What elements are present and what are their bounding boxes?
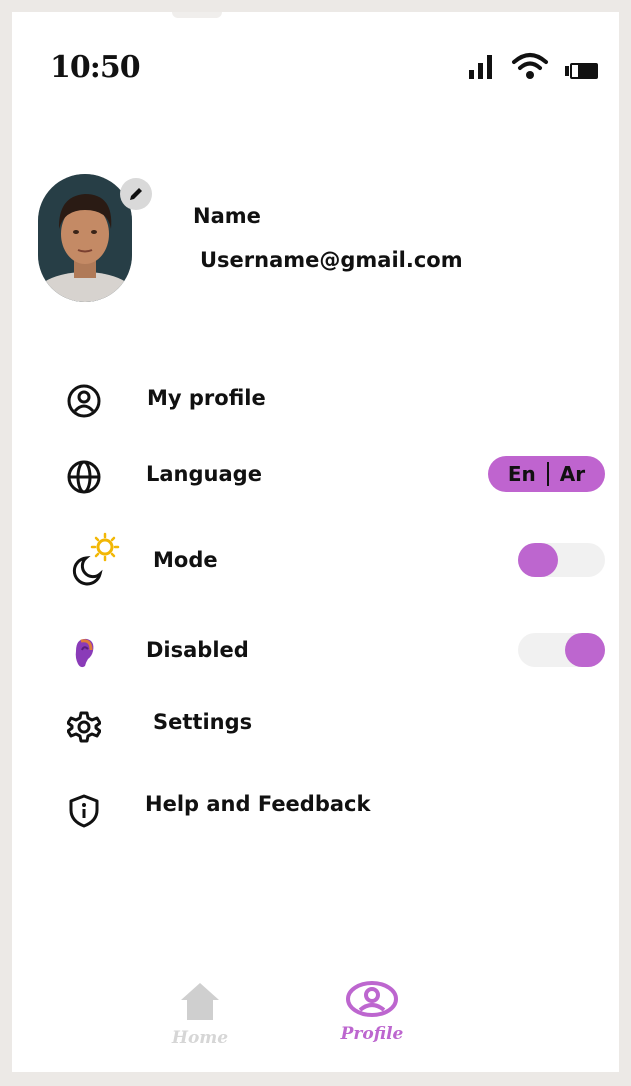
- disabled-label: Disabled: [146, 638, 249, 662]
- globe-icon: [67, 460, 101, 494]
- language-label: Language: [146, 462, 262, 486]
- home-icon: [181, 983, 219, 1020]
- avatar[interactable]: [38, 174, 132, 302]
- disabled-toggle[interactable]: [518, 633, 605, 667]
- ear-icon: [67, 636, 101, 670]
- language-switch[interactable]: En Ar: [488, 456, 605, 492]
- menu-item-settings[interactable]: Settings: [12, 702, 619, 758]
- shield-info-icon: [67, 794, 101, 828]
- gear-icon: [67, 710, 101, 744]
- user-circle-icon: [67, 384, 101, 418]
- settings-label: Settings: [153, 710, 253, 734]
- lang-en-option[interactable]: En: [508, 462, 536, 486]
- wifi-icon: [512, 53, 548, 79]
- menu-item-help[interactable]: Help and Feedback: [12, 776, 619, 832]
- profile-name: Name: [193, 204, 261, 228]
- nav-profile[interactable]: Profile: [312, 980, 432, 1044]
- avatar-photo: [38, 174, 132, 302]
- lang-divider: [546, 462, 549, 486]
- mode-toggle-knob: [518, 543, 558, 577]
- status-icons: [467, 52, 599, 80]
- signal-icon: [469, 55, 492, 79]
- nav-profile-label: Profile: [340, 1024, 404, 1044]
- disabled-toggle-knob: [565, 633, 605, 667]
- nav-home[interactable]: Home: [140, 980, 260, 1048]
- edit-avatar-button[interactable]: [120, 178, 152, 210]
- menu-item-disabled[interactable]: Disabled: [12, 624, 619, 680]
- profile-icon: [346, 981, 398, 1017]
- menu-item-language[interactable]: Language En Ar: [12, 448, 619, 504]
- profile-email: Username@gmail.com: [200, 248, 463, 272]
- pencil-icon: [130, 188, 142, 200]
- battery-icon: [565, 63, 598, 79]
- phone-screen: 10:50 Name Username@gmail.com My profile…: [12, 12, 619, 1072]
- status-time: 10:50: [50, 50, 141, 85]
- help-label: Help and Feedback: [145, 792, 371, 816]
- moon-sun-icon: [62, 532, 132, 588]
- lang-ar-option[interactable]: Ar: [560, 462, 585, 486]
- nav-home-label: Home: [171, 1028, 229, 1048]
- top-notch: [172, 12, 222, 18]
- my-profile-label: My profile: [147, 386, 266, 410]
- mode-toggle[interactable]: [518, 543, 605, 577]
- menu-item-mode[interactable]: Mode: [12, 532, 619, 590]
- menu-item-my-profile[interactable]: My profile: [12, 372, 619, 428]
- mode-label: Mode: [153, 548, 218, 572]
